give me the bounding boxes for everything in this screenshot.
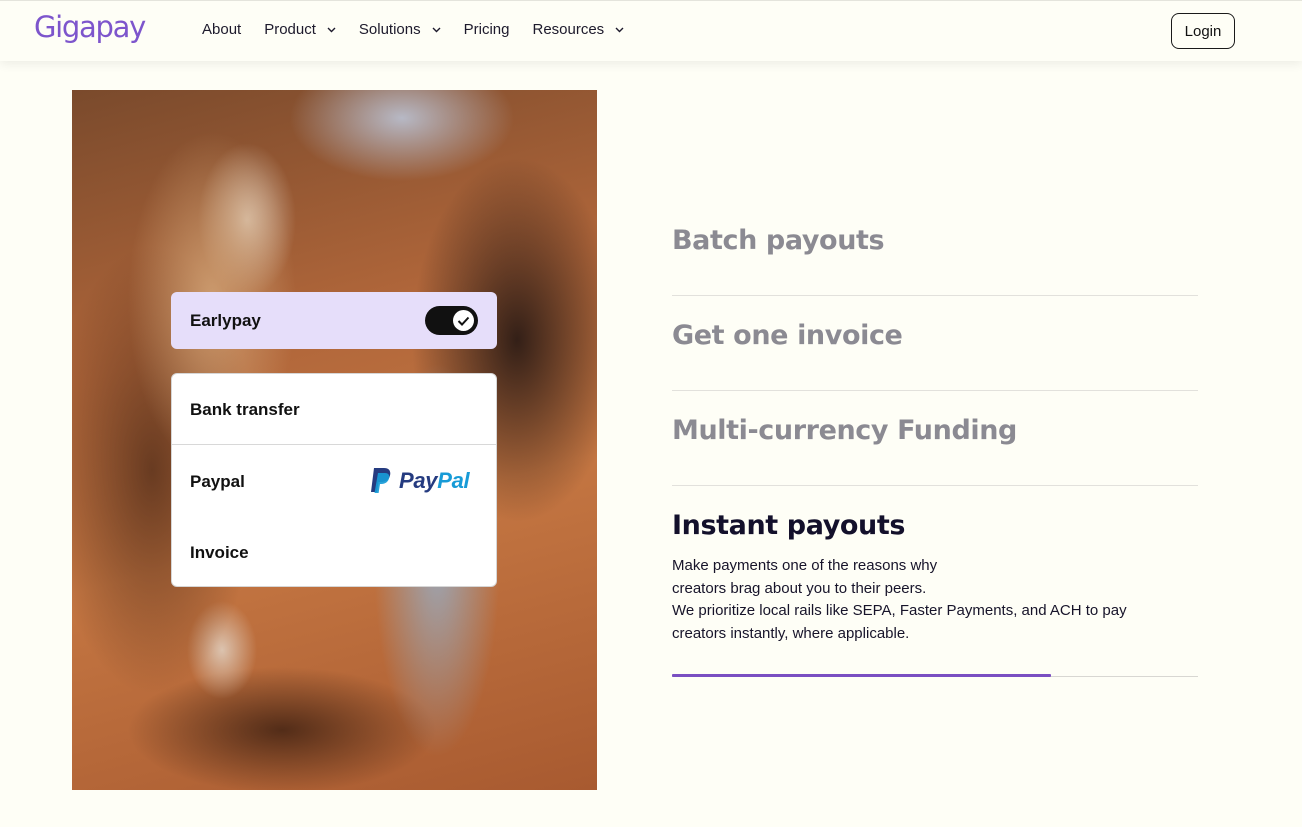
- description-line: We prioritize local rails like SEPA, Fas…: [672, 602, 1127, 619]
- feature-get-one-invoice[interactable]: Get one invoice: [672, 320, 903, 351]
- method-invoice[interactable]: Invoice: [190, 543, 249, 563]
- nav-resources-label: Resources: [532, 21, 605, 38]
- nav-product-label: Product: [264, 21, 316, 38]
- method-bank-transfer[interactable]: Bank transfer: [190, 400, 300, 420]
- description-line: Make payments one of the reasons why: [672, 557, 938, 574]
- payment-methods-card: Bank transfer Paypal PayPal Invoice: [171, 373, 497, 587]
- nav-resources[interactable]: Resources: [532, 21, 624, 38]
- divider: [172, 444, 496, 445]
- method-paypal[interactable]: Paypal: [190, 472, 245, 492]
- paypal-icon: [371, 468, 391, 493]
- nav-pricing[interactable]: Pricing: [464, 21, 510, 38]
- nav-solutions[interactable]: Solutions: [359, 21, 441, 38]
- nav-solutions-label: Solutions: [358, 21, 421, 38]
- feature-multi-currency-funding[interactable]: Multi-currency Funding: [672, 415, 1017, 446]
- earlypay-toggle[interactable]: [425, 306, 478, 335]
- divider: [672, 390, 1198, 391]
- divider: [672, 485, 1198, 486]
- nav-product[interactable]: Product: [264, 21, 336, 38]
- gigapay-logo[interactable]: Gigapay: [34, 10, 146, 44]
- chevron-down-icon: [327, 27, 336, 33]
- feature-instant-payouts-description: Make payments one of the reasons why cre…: [672, 555, 1192, 645]
- feature-instant-payouts[interactable]: Instant payouts: [672, 510, 905, 541]
- earlypay-card: Earlypay: [171, 292, 497, 349]
- description-line: creators brag about you to their peers.: [672, 579, 927, 597]
- chevron-down-icon: [432, 27, 441, 33]
- nav-about[interactable]: About: [202, 21, 241, 38]
- nav-about-label: About: [202, 21, 242, 38]
- paypal-logo-text: PayPal: [399, 467, 470, 493]
- progress-bar: [672, 674, 1051, 677]
- chevron-down-icon: [615, 27, 624, 33]
- login-button[interactable]: Login: [1171, 13, 1235, 49]
- divider: [672, 295, 1198, 296]
- paypal-logo: PayPal: [369, 467, 470, 494]
- hero-photo: Earlypay Bank transfer Paypal PayPal Inv…: [72, 90, 597, 790]
- top-navigation-bar: Gigapay About Product Solutions Pricing …: [0, 0, 1302, 61]
- main-nav: About Product Solutions Pricing Resource…: [202, 21, 647, 38]
- description-line: creators instantly, where applicable.: [672, 624, 910, 642]
- feature-batch-payouts[interactable]: Batch payouts: [672, 225, 885, 256]
- earlypay-label: Earlypay: [190, 311, 261, 330]
- check-icon: [453, 310, 474, 331]
- nav-pricing-label: Pricing: [463, 21, 510, 38]
